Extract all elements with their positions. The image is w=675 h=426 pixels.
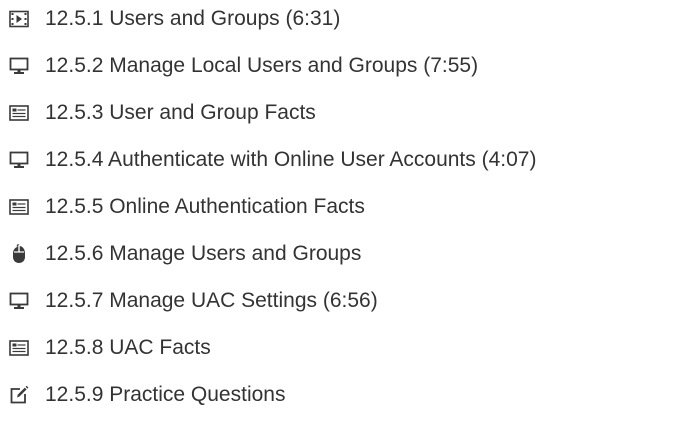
text-document-icon <box>9 103 29 123</box>
text-document-icon <box>9 338 29 358</box>
lesson-item-label: 12.5.6 Manage Users and Groups <box>45 242 362 265</box>
monitor-icon <box>9 291 29 311</box>
text-document-icon <box>9 197 29 217</box>
mouse-icon <box>9 244 29 264</box>
edit-question-icon <box>9 385 29 405</box>
lesson-item-label: 12.5.5 Online Authentication Facts <box>45 195 365 218</box>
lesson-item-label: 12.5.3 User and Group Facts <box>45 101 316 124</box>
lesson-item-users-and-groups-video[interactable]: 12.5.1 Users and Groups (6:31) <box>0 1 660 37</box>
lesson-item-online-authentication-facts[interactable]: 12.5.5 Online Authentication Facts <box>0 189 660 225</box>
lesson-item-label: 12.5.1 Users and Groups (6:31) <box>45 7 341 30</box>
lesson-item-manage-users-and-groups-lab[interactable]: 12.5.6 Manage Users and Groups <box>0 236 660 272</box>
lesson-list: 12.5.1 Users and Groups (6:31) 12.5.2 Ma… <box>0 0 675 426</box>
lesson-item-label: 12.5.8 UAC Facts <box>45 336 211 359</box>
monitor-icon <box>9 150 29 170</box>
lesson-item-user-and-group-facts[interactable]: 12.5.3 User and Group Facts <box>0 95 660 131</box>
monitor-icon <box>9 56 29 76</box>
lesson-item-manage-local-users-demo[interactable]: 12.5.2 Manage Local Users and Groups (7:… <box>0 48 660 84</box>
lesson-item-label: 12.5.2 Manage Local Users and Groups (7:… <box>45 54 479 77</box>
lesson-item-practice-questions[interactable]: 12.5.9 Practice Questions <box>0 377 660 413</box>
lesson-item-manage-uac-settings-demo[interactable]: 12.5.7 Manage UAC Settings (6:56) <box>0 283 660 319</box>
video-icon <box>9 9 29 29</box>
lesson-item-label: 12.5.7 Manage UAC Settings (6:56) <box>45 289 378 312</box>
lesson-item-label: 12.5.4 Authenticate with Online User Acc… <box>45 148 537 171</box>
lesson-item-uac-facts[interactable]: 12.5.8 UAC Facts <box>0 330 660 366</box>
lesson-item-authenticate-online-demo[interactable]: 12.5.4 Authenticate with Online User Acc… <box>0 142 660 178</box>
lesson-item-label: 12.5.9 Practice Questions <box>45 383 286 406</box>
